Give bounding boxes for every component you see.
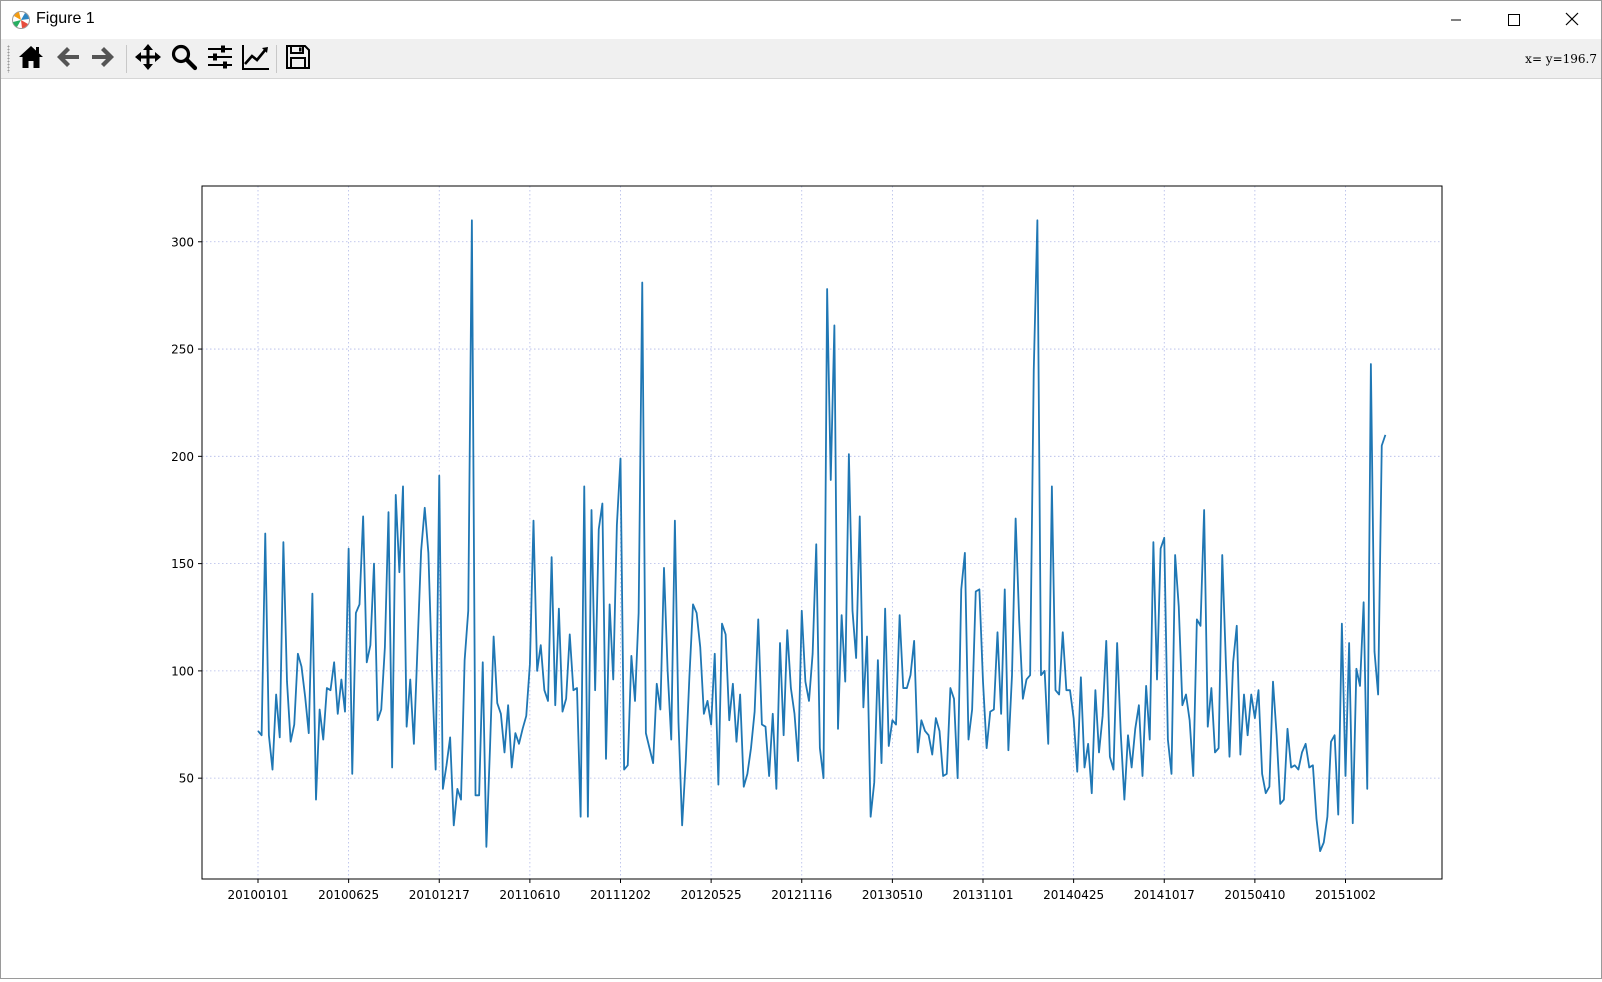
minimize-icon [1450, 11, 1462, 30]
edit-axes-button[interactable] [239, 42, 273, 76]
line-chart[interactable]: 50 100 150 200 250 300 20100101 20100625 2010121… [1, 79, 1601, 978]
minimize-button[interactable] [1427, 1, 1485, 39]
cursor-coordinates: x= y=196.7 [1525, 52, 1597, 66]
close-button[interactable] [1543, 1, 1601, 39]
x-tick-label: 20150410 [1224, 888, 1285, 902]
line-chart-icon [241, 43, 271, 75]
x-tick-label: 20111202 [590, 888, 651, 902]
x-tick-label: 20121116 [771, 888, 832, 902]
save-button[interactable] [281, 42, 315, 76]
x-tick-label: 20130510 [862, 888, 923, 902]
arrow-right-icon [89, 43, 117, 75]
x-tick-label: 20100625 [318, 888, 379, 902]
arrow-left-icon [54, 43, 82, 75]
sliders-icon [206, 43, 234, 75]
x-tick-label: 20120525 [681, 888, 742, 902]
x-tick-label: 20151002 [1315, 888, 1376, 902]
zoom-button[interactable] [167, 42, 201, 76]
x-tick-label: 20140425 [1043, 888, 1104, 902]
matplotlib-icon [11, 10, 31, 30]
y-tick-label: 200 [171, 450, 194, 464]
maximize-button[interactable] [1485, 1, 1543, 39]
series-line [257, 219, 1387, 853]
magnifier-icon [170, 43, 198, 75]
toolbar-separator [276, 45, 277, 73]
x-tick-label: 20141017 [1134, 888, 1195, 902]
x-tick-label: 20110610 [499, 888, 560, 902]
back-button[interactable] [51, 42, 85, 76]
figure-canvas[interactable]: 50 100 150 200 250 300 20100101 20100625 2010121… [1, 79, 1601, 978]
toolbar-separator [126, 45, 127, 73]
x-tick-label: 20131101 [952, 888, 1013, 902]
close-icon [1565, 11, 1579, 30]
subplots-button[interactable] [203, 42, 237, 76]
window-title: Figure 1 [36, 10, 95, 27]
title-bar[interactable]: Figure 1 [1, 1, 1601, 39]
y-tick-label: 50 [179, 772, 194, 786]
y-tick-label: 250 [171, 343, 194, 357]
maximize-icon [1508, 11, 1520, 30]
navigation-toolbar: x= y=196.7 [1, 39, 1601, 79]
figure-window: Figure 1 x= y=196.7 50 100 150 200 250 3… [0, 0, 1602, 979]
y-tick-label: 100 [171, 664, 194, 678]
x-tick-label: 20100101 [227, 888, 288, 902]
y-tick-label: 150 [171, 557, 194, 571]
pan-button[interactable] [131, 42, 165, 76]
x-tick-label: 20101217 [409, 888, 470, 902]
home-icon [17, 43, 45, 75]
home-button[interactable] [14, 42, 48, 76]
y-tick-label: 300 [171, 235, 194, 249]
floppy-disk-icon [284, 43, 312, 75]
move-icon [134, 43, 162, 75]
toolbar-grip[interactable] [7, 45, 10, 73]
forward-button[interactable] [86, 42, 120, 76]
